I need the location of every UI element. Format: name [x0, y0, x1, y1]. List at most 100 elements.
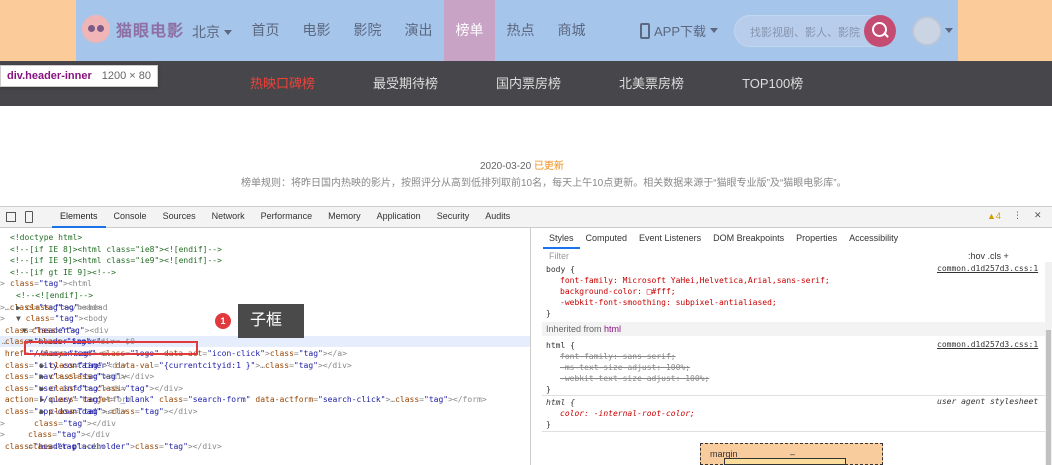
chevron-down-icon [710, 28, 719, 33]
body-rule-selector: body { [546, 265, 575, 274]
nav-movies[interactable]: 电影 [291, 0, 342, 61]
app-download-label: APP下载 [654, 24, 707, 39]
phone-icon [640, 22, 650, 39]
sub-nav: 热映口碑榜 最受期待榜 国内票房榜 北美票房榜 TOP100榜 [250, 61, 861, 106]
highlight-box [24, 341, 198, 355]
ua-prop-color: color: -internal-root-color; [560, 409, 695, 418]
dom-node[interactable]: <!--<![endif]--> [0, 290, 530, 301]
rule-divider [542, 431, 1045, 432]
tab-event-listeners[interactable]: Event Listeners [633, 229, 707, 249]
dom-node[interactable]: ▶ class="tag"><div class="city-container… [0, 360, 530, 371]
html-prop-font[interactable]: font-family: sans-serif; [560, 351, 676, 362]
subnav-most-expected[interactable]: 最受期待榜 [373, 61, 438, 106]
dom-node[interactable]: class="tag"><div class="header-placehold… [0, 441, 530, 452]
tab-styles[interactable]: Styles [543, 229, 580, 249]
ua-rule-source: user agent stylesheet [937, 397, 1039, 406]
close-icon[interactable]: ✕ [1034, 210, 1042, 221]
logo-text: 猫眼电影 [116, 23, 185, 40]
ua-rule-selector: html { [546, 398, 575, 407]
dom-node[interactable]: <!--[if gt IE 9]><!--> [0, 267, 530, 278]
inherited-header: Inherited from html [542, 322, 1045, 336]
body-rule-source[interactable]: common.d1d257d3.css:1 [937, 264, 1038, 273]
html-rule-selector: html { [546, 341, 575, 350]
tab-computed[interactable]: Computed [580, 229, 634, 249]
dom-node[interactable]: ▶ class="tag"><form action="/query" targ… [0, 394, 530, 405]
device-toolbar-icon[interactable] [25, 211, 33, 223]
html-prop-webkit-size[interactable]: -webkit-text-size-adjust: 100%; [560, 373, 709, 384]
date-value: 2020-03-20 [480, 161, 532, 172]
tab-audits[interactable]: Audits [477, 206, 518, 228]
nav-rankings[interactable]: 榜单 [444, 0, 495, 61]
nav-shows[interactable]: 演出 [393, 0, 444, 61]
avatar[interactable] [912, 16, 942, 46]
inherited-label: Inherited from [546, 324, 602, 334]
tab-security[interactable]: Security [429, 206, 478, 228]
search-icon[interactable] [864, 15, 896, 47]
body-prop-font[interactable]: font-family: Microsoft YaHei,Helvetica,A… [560, 275, 830, 286]
city-selector[interactable]: 北京 [192, 22, 232, 42]
search-placeholder: 找影视剧、影人、影院 [750, 27, 860, 39]
dom-node[interactable]: class="tag"></div > [0, 418, 530, 429]
dom-node[interactable]: <!--[if IE 9]><html class="ie9"><![endif… [0, 255, 530, 266]
rule-close: } [546, 385, 551, 394]
subnav-top100[interactable]: TOP100榜 [742, 61, 803, 106]
tab-network[interactable]: Network [204, 206, 253, 228]
tooltip-size: 1200 × 80 [101, 70, 152, 82]
nav-cinemas[interactable]: 影院 [342, 0, 393, 61]
subnav-na-box-office[interactable]: 北美票房榜 [619, 61, 684, 106]
warning-number: 4 [995, 210, 1001, 221]
dom-node[interactable]: ▶ class="tag"><div class="user-info">…cl… [0, 383, 530, 394]
header-margin-right [958, 0, 1052, 61]
tab-dom-breakpoints[interactable]: DOM Breakpoints [707, 229, 790, 249]
devtools-actions: ▲4 ⋮ ✕ [987, 210, 1041, 221]
element-tooltip: div.header-inner 1200 × 80 [0, 65, 159, 87]
panel-divider[interactable] [530, 228, 531, 465]
styles-tabs: Styles Computed Event Listeners DOM Brea… [543, 229, 904, 249]
rule-close: } [546, 309, 551, 318]
updated-label: 已更新 [533, 161, 564, 172]
subnav-hot-reviews[interactable]: 热映口碑榜 [250, 61, 315, 106]
tab-elements[interactable]: Elements [52, 206, 106, 228]
chevron-down-icon[interactable] [945, 28, 953, 33]
hov-cls-toggle[interactable]: :hov .cls + [968, 251, 1009, 261]
dom-node[interactable]: ▶ class="tag"><div class="app-download">… [0, 406, 530, 417]
dom-node[interactable]: <!doctype html> [0, 232, 530, 243]
body-prop-smoothing[interactable]: -webkit-font-smoothing: subpixel-antiali… [560, 297, 777, 308]
rule-divider [542, 395, 1045, 396]
box-model-border [724, 458, 846, 465]
hov-cls-label: :hov .cls [968, 251, 1002, 261]
site-logo[interactable]: 猫眼电影 [82, 15, 184, 43]
annotation-label: 子框 [238, 304, 304, 338]
html-rule-source[interactable]: common.d1d257d3.css:1 [937, 340, 1038, 349]
nav-home[interactable]: 首页 [240, 0, 291, 61]
cat-eye-logo-icon [82, 15, 110, 43]
styles-filter-input[interactable]: Filter [549, 251, 569, 261]
inherited-tag[interactable]: html [604, 324, 621, 334]
subnav-domestic-box-office[interactable]: 国内票房榜 [496, 61, 561, 106]
dom-node[interactable]: class="tag"><html > [0, 278, 530, 289]
tab-console[interactable]: Console [106, 206, 155, 228]
dom-node[interactable]: class="tag"></div > [0, 429, 530, 440]
warning-count[interactable]: ▲4 [987, 211, 1001, 221]
dom-node[interactable]: ▶ class="tag"><div class="nav">…class="t… [0, 371, 530, 382]
dom-node[interactable]: <!--[if IE 8]><html class="ie8"><![endif… [0, 244, 530, 255]
html-prop-ms-size[interactable]: -ms-text-size-adjust: 100%; [560, 362, 690, 373]
tab-sources[interactable]: Sources [155, 206, 204, 228]
more-options-icon[interactable]: ⋮ [1013, 210, 1022, 221]
tab-memory[interactable]: Memory [320, 206, 369, 228]
body-prop-bg[interactable]: background-color: □#fff; [560, 286, 676, 297]
tab-application[interactable]: Application [369, 206, 429, 228]
inspect-element-icon[interactable] [6, 212, 16, 222]
rule-close: } [546, 420, 551, 429]
annotation-badge: 1 [215, 313, 231, 329]
nav-mall[interactable]: 商城 [546, 0, 597, 61]
scrollbar-thumb[interactable] [1046, 330, 1051, 465]
city-label: 北京 [192, 24, 220, 40]
app-download[interactable]: APP下载 [640, 21, 719, 40]
nav-hot[interactable]: 热点 [495, 0, 546, 61]
tab-properties[interactable]: Properties [790, 229, 843, 249]
header-margin-left [0, 0, 76, 61]
tab-accessibility[interactable]: Accessibility [843, 229, 904, 249]
ranking-rule: 榜单规则：将昨日国内热映的影片，按照评分从高到低排列取前10名，每天上午10点更… [241, 178, 847, 189]
tab-performance[interactable]: Performance [253, 206, 321, 228]
